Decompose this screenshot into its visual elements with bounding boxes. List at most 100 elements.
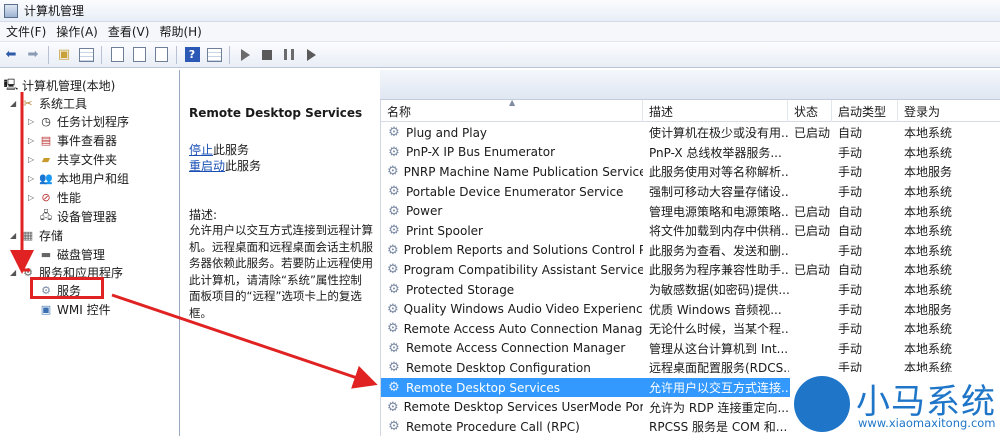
- collapsed-arrow-icon[interactable]: ▷: [28, 174, 36, 183]
- cell-logon: 本地服务: [904, 165, 953, 180]
- tree-item-storage[interactable]: ◢ ▦ 存储: [10, 226, 63, 244]
- column-name[interactable]: 名称 ▲: [381, 98, 643, 122]
- tree-item-system-tools[interactable]: ◢ ✂ 系统工具: [10, 94, 87, 112]
- toolbar-separator: [48, 45, 49, 64]
- stop-service-suffix: 此服务: [213, 143, 250, 157]
- cell-name: ⚙ PNRP Machine Name Publication Service: [387, 162, 643, 182]
- expanded-arrow-icon[interactable]: ◢: [10, 268, 18, 277]
- cell-logon: 本地服务: [904, 302, 953, 317]
- cell-description: PnP-X 总线枚举器服务...: [649, 145, 782, 160]
- collapsed-arrow-icon[interactable]: ▷: [28, 136, 36, 145]
- pause-service-icon[interactable]: [280, 46, 298, 64]
- column-status[interactable]: 状态: [788, 100, 832, 122]
- watermark-url: www.xiaomaxitong.com: [858, 416, 996, 430]
- cell-status: [794, 299, 836, 319]
- table-row[interactable]: ⚙ Print Spooler 将文件加载到内存中供稍... 已启动 自动 本地系统: [381, 221, 1000, 241]
- help-icon[interactable]: ?: [183, 46, 201, 64]
- menu-file[interactable]: 文件(F): [4, 23, 54, 40]
- tree-item-wmi[interactable]: ▣ WMI 控件: [39, 300, 111, 318]
- action-pane-icon[interactable]: [205, 46, 223, 64]
- collapsed-arrow-icon[interactable]: ▷: [28, 155, 36, 164]
- refresh-icon[interactable]: [130, 46, 148, 64]
- cell-description: 远程桌面配置服务(RDCS...: [649, 361, 789, 376]
- wmi-icon: ▣: [40, 302, 52, 316]
- gear-icon: ⚙: [387, 321, 399, 337]
- cell-logon: 本地系统: [904, 243, 953, 258]
- tree-item-shared-folders[interactable]: ▷ ▰ 共享文件夹: [28, 150, 117, 168]
- tree-item-task-scheduler[interactable]: ▷ ◷ 任务计划程序: [28, 112, 129, 130]
- cell-name: ⚙ Remote Access Auto Connection Manager: [387, 319, 643, 339]
- cell-logon: 本地系统: [904, 145, 953, 160]
- menu-bar: 文件(F) 操作(A) 查看(V) 帮助(H): [0, 22, 1000, 42]
- table-row[interactable]: ⚙ Portable Device Enumerator Service 强制可移动…: [381, 182, 1000, 202]
- tree-label: 任务计划程序: [57, 114, 130, 129]
- properties-icon[interactable]: [108, 46, 126, 64]
- table-row[interactable]: ⚙ Remote Access Auto Connection Manager 无论…: [381, 319, 1000, 339]
- cell-name: ⚙ Protected Storage: [387, 280, 643, 300]
- cell-name: ⚙ Portable Device Enumerator Service: [387, 182, 643, 202]
- service-name: Print Spooler: [406, 223, 483, 238]
- tree-item-device-manager[interactable]: 🖧 设备管理器: [39, 207, 117, 225]
- cell-status: [794, 319, 836, 339]
- cell-name: ⚙ Remote Access Connection Manager: [387, 339, 643, 359]
- menu-help[interactable]: 帮助(H): [157, 23, 209, 40]
- restart-service-link[interactable]: 重启动: [189, 159, 225, 173]
- cell-description: RPCSS 服务是 COM 和...: [649, 420, 788, 435]
- back-arrow-icon[interactable]: ⬅: [2, 46, 20, 64]
- cell-status: [794, 339, 836, 359]
- expanded-arrow-icon[interactable]: ◢: [10, 99, 18, 108]
- stop-service-link[interactable]: 停止: [189, 143, 213, 157]
- stop-service-icon[interactable]: [258, 46, 276, 64]
- cell-status: 已启动: [794, 224, 831, 239]
- column-logon-as[interactable]: 登录为: [898, 100, 1000, 122]
- collapsed-arrow-icon[interactable]: ▷: [28, 193, 36, 202]
- tree-item-disk-management[interactable]: ▬ 磁盘管理: [39, 245, 105, 263]
- gear-icon: ⚙: [387, 399, 399, 415]
- window-title: 计算机管理: [24, 4, 85, 18]
- restart-service-icon[interactable]: [302, 46, 320, 64]
- gear-icon: ⚙: [388, 125, 400, 141]
- forward-arrow-icon[interactable]: ➡: [24, 46, 42, 64]
- table-row[interactable]: ⚙ Quality Windows Audio Video Experience 优…: [381, 299, 1000, 319]
- table-row[interactable]: ⚙ Remote Access Connection Manager 管理从这台计算…: [381, 339, 1000, 359]
- table-row[interactable]: ⚙ Power 管理电源策略和电源策略... 已启动 自动 本地系统: [381, 201, 1000, 221]
- table-row[interactable]: ⚙ PNRP Machine Name Publication Service 此服…: [381, 162, 1000, 182]
- show-hide-tree-icon[interactable]: [77, 46, 95, 64]
- column-startup-type[interactable]: 启动类型: [832, 100, 898, 122]
- gear-icon: ⚙: [388, 144, 400, 160]
- table-row[interactable]: ⚙ Program Compatibility Assistant Service…: [381, 260, 1000, 280]
- restart-service-suffix: 此服务: [225, 159, 262, 173]
- tree-item-performance[interactable]: ▷ ⊘ 性能: [28, 188, 81, 206]
- service-name: Program Compatibility Assistant Service: [403, 262, 643, 277]
- cell-startup: 手动: [838, 185, 863, 200]
- expanded-arrow-icon[interactable]: ◢: [10, 231, 18, 240]
- menu-action[interactable]: 操作(A): [54, 23, 106, 40]
- cell-description: 允许为 RDP 连接重定向...: [649, 400, 789, 415]
- cell-name: ⚙ Power: [387, 201, 643, 221]
- column-description[interactable]: 描述: [643, 100, 788, 122]
- tree-item-root[interactable]: 🖳 计算机管理(本地): [3, 76, 116, 94]
- menu-view[interactable]: 查看(V): [106, 23, 158, 40]
- table-row[interactable]: ⚙ Problem Reports and Solutions Control P…: [381, 241, 1000, 261]
- table-row[interactable]: ⚙ PnP-X IP Bus Enumerator PnP-X 总线枚举器服务...…: [381, 143, 1000, 163]
- tree-item-local-users[interactable]: ▷ 👥 本地用户和组: [28, 169, 129, 187]
- storage-icon: ▦: [22, 228, 34, 242]
- service-name: Remote Procedure Call (RPC): [406, 419, 580, 434]
- tree-label: 计算机管理(本地): [22, 78, 116, 93]
- start-service-icon[interactable]: [236, 46, 254, 64]
- tree-item-event-viewer[interactable]: ▷ ▤ 事件查看器: [28, 131, 117, 149]
- up-folder-icon[interactable]: ▣: [55, 46, 73, 64]
- toolbar: ⬅ ➡ ▣ ?: [0, 42, 1000, 68]
- collapsed-arrow-icon[interactable]: ▷: [28, 117, 36, 126]
- cell-status: 已启动: [794, 126, 831, 141]
- gear-icon: ⚙: [388, 340, 400, 356]
- cell-name: ⚙ Remote Desktop Services: [387, 378, 643, 398]
- clock-icon: ◷: [41, 114, 51, 128]
- title-bar: 计算机管理: [0, 0, 1000, 22]
- export-list-icon[interactable]: [152, 46, 170, 64]
- table-row[interactable]: ⚙ Plug and Play 使计算机在极少或没有用... 已启动 自动 本地系统: [381, 123, 1000, 143]
- cell-logon: 本地系统: [904, 341, 953, 356]
- computer-icon: 🖳: [3, 77, 19, 91]
- table-row[interactable]: ⚙ Protected Storage 为敏感数据(如密码)提供... 手动 本地系统: [381, 280, 1000, 300]
- cell-startup: 手动: [838, 283, 863, 298]
